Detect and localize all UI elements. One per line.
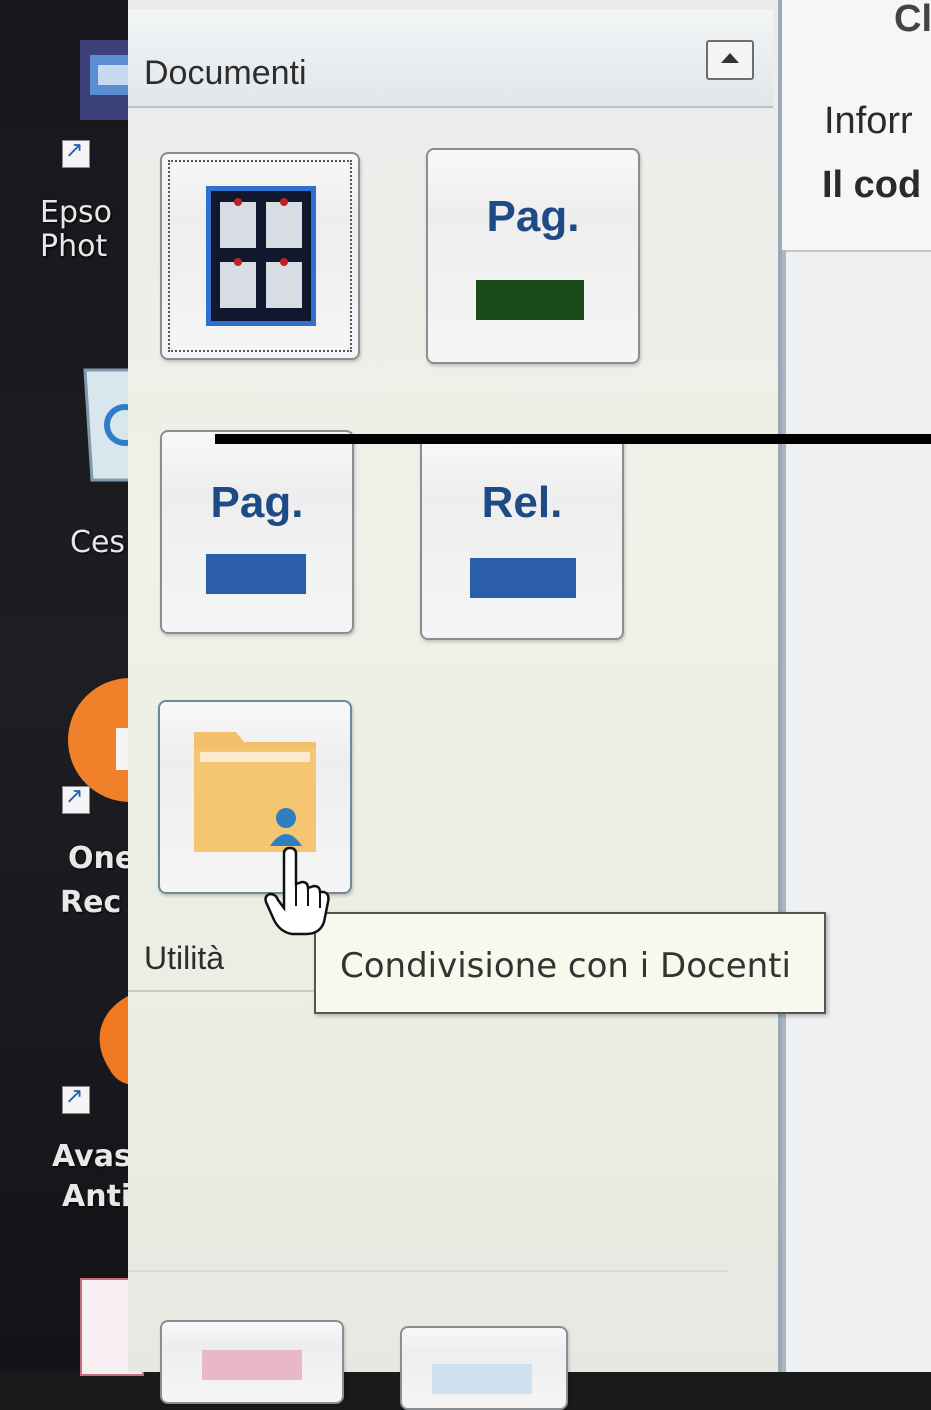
content-text-line: Il cod: [822, 164, 922, 206]
shortcut-arrow-icon: [62, 783, 90, 814]
desktop-icon-label: Ces: [70, 525, 126, 560]
blue-bar-icon: [432, 1364, 532, 1394]
tooltip-text: Condivisione con i Docenti: [340, 946, 791, 986]
board-grid-icon: [206, 186, 316, 326]
panel-header: Documenti: [128, 10, 773, 108]
content-header: Cl Inforr Il cod: [782, 0, 931, 252]
epson-photo-desktop-icon[interactable]: Epso Phot: [30, 20, 150, 264]
onerec-desktop-icon[interactable]: One Rec: [30, 670, 160, 930]
desktop-icon-label: One: [68, 841, 136, 876]
avast-desktop-icon[interactable]: Avas Anti: [30, 990, 160, 1230]
bacheca-tile[interactable]: [160, 152, 360, 360]
shared-folder-icon: [194, 732, 316, 852]
pink-bar-icon: [202, 1350, 302, 1380]
content-pane: Cl Inforr Il cod: [782, 0, 931, 1372]
blue-bar-icon: [470, 558, 576, 598]
documents-panel: Documenti Pag. Pag. Rel. Utilità: [128, 0, 782, 1410]
relazione-tile[interactable]: Rel.: [420, 436, 624, 640]
tile-label: Pag.: [210, 478, 304, 527]
pagella-blue-tile[interactable]: Pag.: [160, 430, 354, 634]
shortcut-arrow-icon: [62, 1083, 90, 1114]
partial-tile[interactable]: [160, 1320, 344, 1404]
blue-bar-icon: [206, 554, 306, 594]
desktop-icon-label: Avas: [52, 1139, 132, 1174]
content-text-line: Inforr: [824, 100, 913, 142]
shortcut-arrow-icon: [62, 137, 90, 168]
desktop: Epso Phot Ces One Rec Avas Anti: [0, 0, 160, 1376]
tile-label: Pag.: [486, 192, 580, 241]
partial-tile[interactable]: [400, 1326, 568, 1410]
collapse-button[interactable]: [706, 40, 754, 80]
pagella-green-tile[interactable]: Pag.: [426, 148, 640, 364]
green-bar-icon: [476, 280, 584, 320]
content-title: Cl: [894, 0, 931, 40]
desktop-icon-label: Rec: [60, 885, 122, 920]
panel-title: Documenti: [144, 54, 307, 92]
desktop-icon-label: Phot: [40, 229, 108, 264]
desktop-icon-label: Epso: [40, 195, 112, 230]
pane-border: [782, 250, 786, 1372]
recycle-bin-desktop-icon[interactable]: Ces: [30, 350, 157, 580]
desktop-icon-label: Anti: [62, 1179, 132, 1214]
screen-line-artifact: [215, 434, 931, 444]
tooltip: Condivisione con i Docenti: [314, 912, 826, 1014]
hand-cursor-icon: [264, 846, 330, 936]
tile-label: Rel.: [481, 478, 563, 527]
section-label-utilita: Utilità: [144, 940, 225, 976]
divider: [128, 1270, 728, 1272]
